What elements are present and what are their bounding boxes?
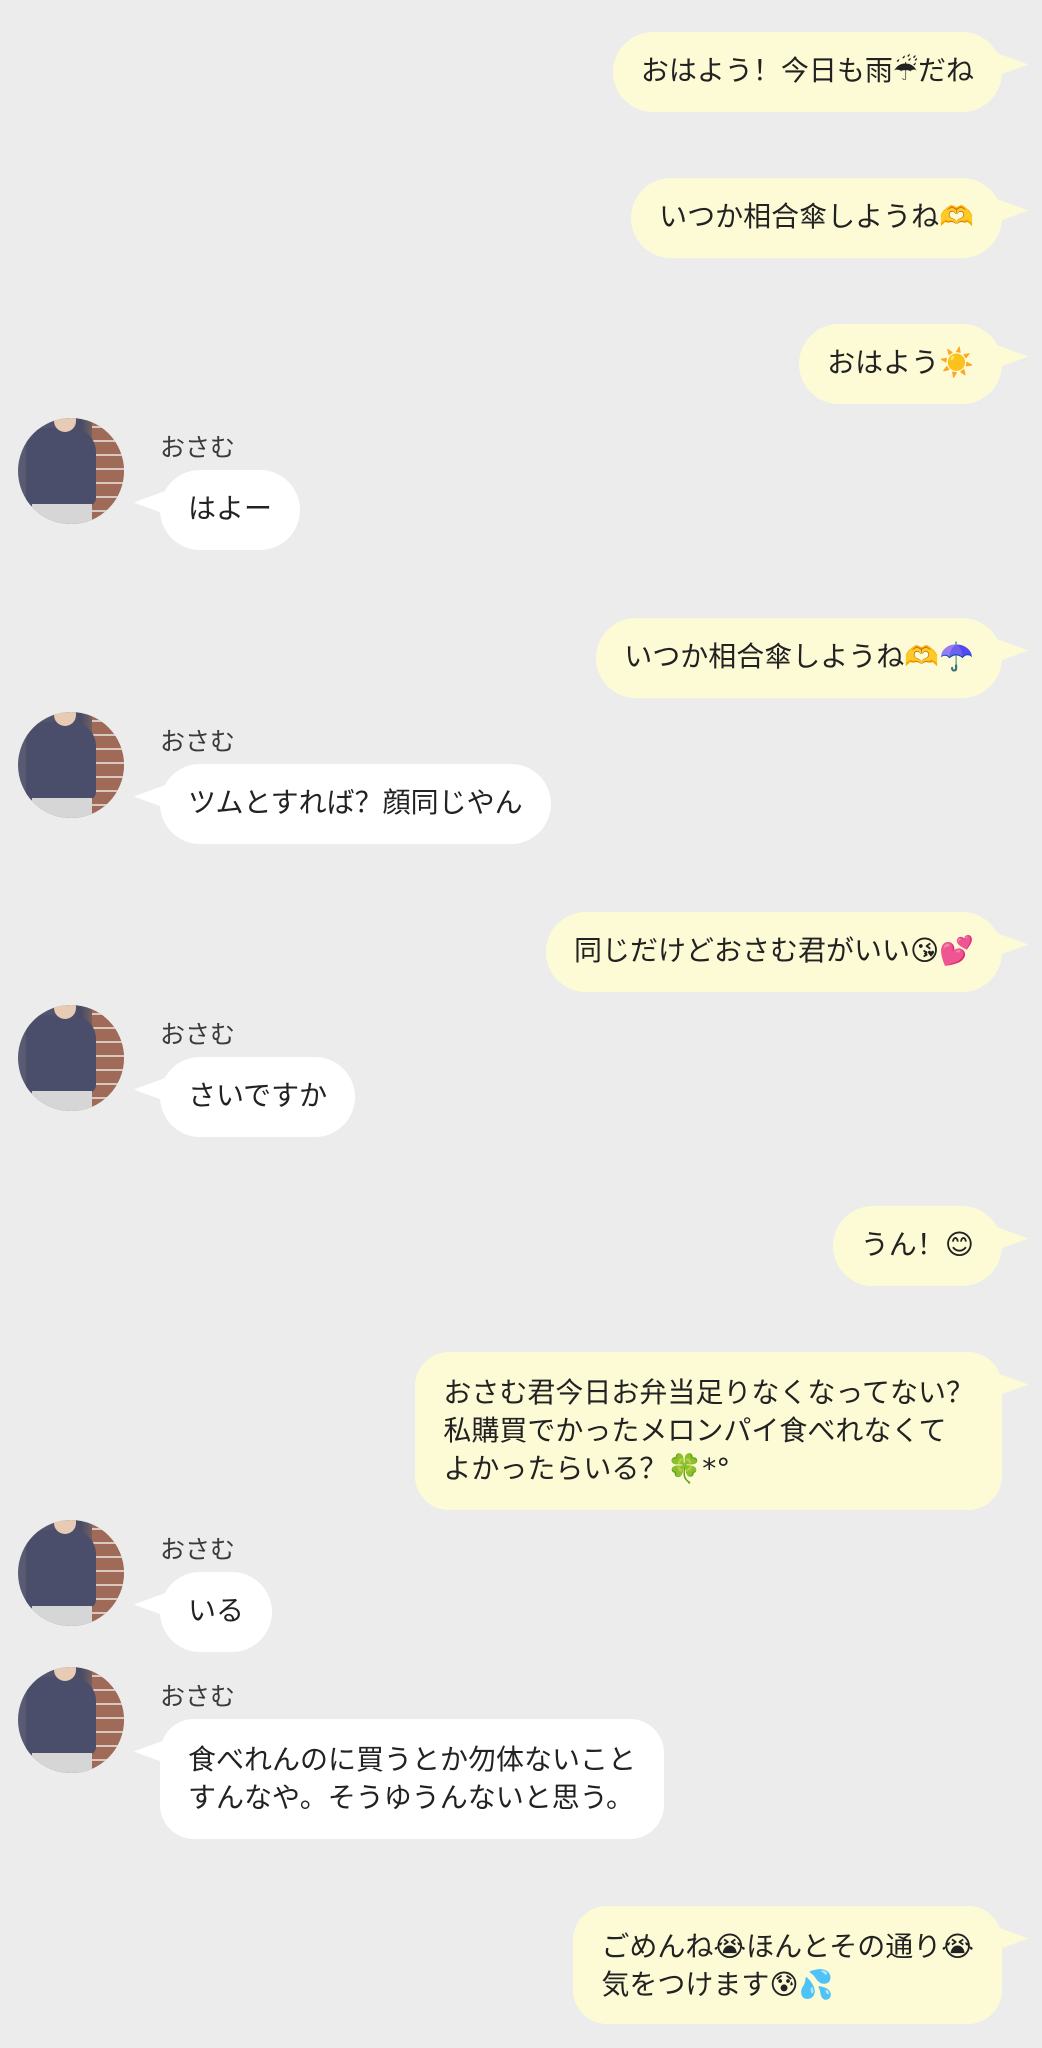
outgoing-message-bubble[interactable]: おはよう☀️ [799, 324, 1029, 404]
outgoing-message-bubble[interactable]: おはよう！今日も雨☔だね [612, 32, 1029, 112]
outgoing-message-bubble[interactable]: 同じだけどおさむ君がいい😘💕 [545, 912, 1029, 992]
incoming-message-bubble[interactable]: 食べれんのに買うとか勿体ないこと すんなや。そうゆうんないと思う。 [133, 1719, 665, 1839]
sender-avatar[interactable] [18, 712, 124, 818]
bubble-tail [981, 1208, 1029, 1252]
message-text-line: 私購買でかったメロンパイ食べれなくて [443, 1414, 947, 1447]
sender-name: おさむ [160, 1535, 236, 1564]
sender-name: おさむ [160, 1682, 236, 1711]
message-text: ツムとすれば？顔同じやん [188, 786, 523, 819]
sender-name: おさむ [160, 1020, 236, 1049]
bubble-tail [133, 472, 181, 516]
message-row-incoming: おさむ いる [0, 1520, 1042, 1660]
sender-name: おさむ [160, 433, 236, 462]
bubble-tail [981, 1354, 1029, 1398]
message-text-line: すんなや。そうゆうんないと思う。 [188, 1781, 635, 1814]
message-text-line: おさむ君今日お弁当足りなくなってない？ [443, 1376, 974, 1409]
message-text-line: 気をつけます😰💦 [601, 1968, 834, 2001]
message-text: おはよう！今日も雨☔だね [640, 54, 974, 87]
message-text-line: 食べれんのに買うとか勿体ないこと [188, 1743, 637, 1776]
bubble-tail [981, 1908, 1029, 1952]
bubble-tail [133, 766, 181, 810]
bubble-tail [981, 180, 1029, 224]
message-row-incoming: おさむ さいですか [0, 1005, 1042, 1145]
outgoing-message-bubble[interactable]: うん！😊 [832, 1206, 1029, 1286]
sender-avatar[interactable] [18, 1005, 124, 1111]
incoming-message-bubble[interactable]: いる [133, 1572, 273, 1652]
message-text-line: ごめんね😭ほんとその通り😭 [601, 1930, 974, 1963]
bubble-tail [133, 1059, 181, 1103]
incoming-message-bubble[interactable]: さいですか [133, 1057, 356, 1137]
message-text: 同じだけどおさむ君がいい😘💕 [573, 934, 974, 967]
bubble-tail [981, 34, 1029, 78]
sender-avatar[interactable] [18, 1667, 124, 1773]
outgoing-message-bubble[interactable]: おさむ君今日お弁当足りなくなってない？ 私購買でかったメロンパイ食べれなくて よ… [415, 1352, 1029, 1510]
outgoing-message-bubble[interactable]: いつか相合傘しようね🫶☂️ [596, 618, 1029, 698]
sender-avatar[interactable] [18, 418, 124, 524]
chat-thread[interactable]: おはよう！今日も雨☔だね いつか相合傘しようね🫶 おはよう☀️ おさむ はよー [0, 0, 1042, 2048]
bubble-tail [981, 326, 1029, 370]
message-row-incoming: おさむ 食べれんのに買うとか勿体ないこと すんなや。そうゆうんないと思う。 [0, 1667, 1042, 1847]
sender-avatar[interactable] [18, 1520, 124, 1626]
message-text-line: よかったらいる？🍀*° [443, 1452, 731, 1485]
bubble-tail [981, 620, 1029, 664]
message-text: いつか相合傘しようね🫶☂️ [624, 640, 974, 673]
message-text: うん！😊 [860, 1228, 974, 1261]
incoming-message-bubble[interactable]: ツムとすれば？顔同じやん [133, 764, 551, 844]
message-text: いる [188, 1594, 245, 1627]
sender-name: おさむ [160, 727, 236, 756]
outgoing-message-bubble[interactable]: ごめんね😭ほんとその通り😭 気をつけます😰💦 [573, 1906, 1029, 2024]
message-row-incoming: おさむ はよー [0, 418, 1042, 558]
bubble-tail [981, 914, 1029, 958]
bubble-tail [133, 1721, 181, 1765]
message-row-incoming: おさむ ツムとすれば？顔同じやん [0, 712, 1042, 852]
message-text: いつか相合傘しようね🫶 [659, 200, 974, 233]
message-text: さいですか [188, 1079, 328, 1112]
incoming-message-bubble[interactable]: はよー [133, 470, 301, 550]
message-text: はよー [188, 492, 273, 525]
bubble-tail [133, 1574, 181, 1618]
outgoing-message-bubble[interactable]: いつか相合傘しようね🫶 [631, 178, 1029, 258]
message-text: おはよう☀️ [827, 346, 974, 379]
